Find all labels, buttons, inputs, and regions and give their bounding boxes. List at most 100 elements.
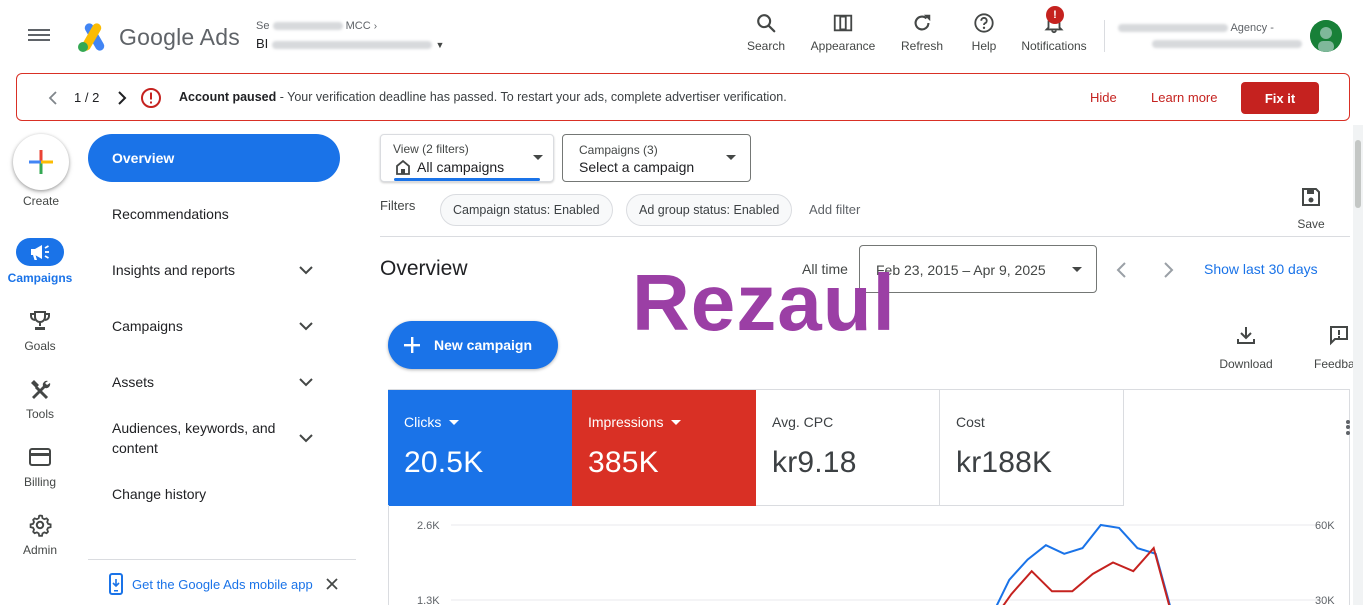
- rail-goals-button[interactable]: [0, 309, 80, 333]
- alert-pagination: 1 / 2: [74, 90, 100, 105]
- rail-tools-button[interactable]: [0, 377, 80, 401]
- download-icon: [1237, 327, 1255, 344]
- rail-billing-button[interactable]: [0, 446, 80, 468]
- performance-chart: 2.6K 1.3K 60K 30K: [388, 505, 1350, 605]
- rail-campaigns-label: Campaigns: [7, 271, 73, 285]
- home-icon: [396, 159, 410, 175]
- rail-admin-button[interactable]: [0, 513, 80, 537]
- header-divider: [1104, 20, 1105, 52]
- megaphone-icon: [31, 245, 49, 260]
- caret-down-icon: [726, 155, 736, 160]
- filter-chip-ad-group-status[interactable]: Ad group status: Enabled: [626, 194, 793, 226]
- mobile-phone-icon: [109, 573, 123, 595]
- close-icon[interactable]: [326, 578, 338, 590]
- chevron-left-icon[interactable]: [47, 91, 59, 105]
- chevron-down-icon[interactable]: [298, 374, 314, 390]
- trophy-icon: [30, 311, 50, 330]
- learn-more-link[interactable]: Learn more: [1151, 90, 1217, 105]
- appearance-icon: [806, 10, 880, 36]
- metric-clicks[interactable]: Clicks 20.5K: [388, 390, 572, 506]
- google-ads-logo: [78, 23, 105, 52]
- tools-icon: [31, 380, 51, 400]
- metric-cost[interactable]: Cost kr188K: [940, 390, 1124, 506]
- caret-down-icon: [533, 155, 543, 160]
- feedback-button[interactable]: Feedba: [1314, 324, 1354, 371]
- create-label: Create: [22, 194, 60, 208]
- error-icon: [141, 88, 161, 108]
- chevron-down-icon[interactable]: [298, 430, 314, 446]
- download-button[interactable]: Download: [1216, 324, 1276, 371]
- create-button[interactable]: [13, 134, 69, 190]
- mobile-app-link[interactable]: Get the Google Ads mobile app: [132, 577, 313, 592]
- user-agency: Agency -: [1118, 22, 1274, 34]
- performance-chart-svg: 2.6K 1.3K 60K 30K: [417, 520, 1335, 605]
- help-button[interactable]: Help: [964, 10, 1004, 58]
- dropdown-arrow-icon: [449, 419, 460, 425]
- filter-divider: [380, 236, 1350, 237]
- fix-it-button[interactable]: Fix it: [1241, 82, 1319, 114]
- y-right-tick: 30K: [1315, 595, 1335, 605]
- refresh-button[interactable]: Refresh: [896, 10, 948, 58]
- brand-name: Google Ads: [119, 24, 240, 50]
- metric-avg-cpc[interactable]: Avg. CPC kr9.18: [756, 390, 940, 506]
- nav-assets[interactable]: Assets: [112, 372, 154, 392]
- more-options-icon[interactable]: [1344, 418, 1352, 436]
- rail-tools-label: Tools: [25, 407, 54, 421]
- metric-scorecards: Clicks 20.5K Impressions 385K Avg. CPC k…: [388, 389, 1350, 506]
- gear-icon: [29, 514, 52, 537]
- page-scrollbar-thumb[interactable]: [1355, 140, 1361, 208]
- account-id[interactable]: BI ▼: [256, 36, 444, 51]
- main-menu-button[interactable]: [28, 26, 50, 48]
- rail-admin-label: Admin: [22, 543, 57, 557]
- nav-recommendations[interactable]: Recommendations: [112, 204, 229, 224]
- add-filter-button[interactable]: Add filter: [809, 202, 860, 217]
- avatar[interactable]: [1310, 20, 1342, 52]
- save-icon: [1302, 188, 1320, 206]
- metric-impressions[interactable]: Impressions 385K: [572, 390, 756, 506]
- caret-down-icon: [1072, 267, 1082, 272]
- chevron-down-icon[interactable]: [298, 262, 314, 278]
- search-button[interactable]: Search: [742, 10, 790, 58]
- new-campaign-button[interactable]: New campaign: [388, 321, 558, 369]
- chevron-right-icon[interactable]: [116, 91, 128, 105]
- nav-change-history[interactable]: Change history: [112, 484, 206, 504]
- save-button[interactable]: Save: [1294, 186, 1328, 231]
- nav-insights-and-reports[interactable]: Insights and reports: [112, 260, 235, 280]
- credit-card-icon: [29, 448, 51, 466]
- y-left-tick: 2.6K: [417, 520, 440, 532]
- feedback-icon: [1330, 326, 1348, 346]
- plus-icon: [29, 150, 53, 174]
- show-last-30-days-link[interactable]: Show last 30 days: [1204, 261, 1318, 277]
- filter-chip-campaign-status[interactable]: Campaign status: Enabled: [440, 194, 613, 226]
- view-active-underline: [394, 178, 540, 181]
- notification-badge: !: [1046, 6, 1064, 24]
- y-left-tick: 1.3K: [417, 595, 440, 605]
- chart-series-line-0: [995, 523, 1171, 605]
- alert-message: Account paused - Your verification deadl…: [179, 90, 787, 104]
- nav-audiences-keywords-content[interactable]: Audiences, keywords, and content: [112, 418, 275, 458]
- chevron-right-icon[interactable]: [1158, 260, 1178, 280]
- dropdown-arrow-icon: [671, 419, 682, 425]
- bell-icon: !: [1016, 6, 1092, 36]
- nav-overview[interactable]: Overview: [88, 134, 340, 182]
- page-title: Overview: [380, 257, 468, 280]
- view-dropdown[interactable]: View (2 filters) All campaigns: [380, 134, 554, 182]
- y-right-tick: 60K: [1315, 520, 1335, 532]
- rail-goals-label: Goals: [24, 339, 56, 353]
- filters-label: Filters: [380, 198, 416, 213]
- campaign-selector[interactable]: Campaigns (3) Select a campaign: [562, 134, 751, 182]
- account-name[interactable]: Se MCC ›: [256, 20, 377, 32]
- account-paused-alert: 1 / 2 Account paused - Your verification…: [16, 73, 1350, 121]
- rail-campaigns-button[interactable]: [16, 238, 64, 266]
- account-dropdown-icon: ▼: [435, 40, 445, 50]
- nav-campaigns[interactable]: Campaigns: [112, 316, 183, 336]
- notifications-button[interactable]: ! Notifications: [1016, 6, 1092, 58]
- appearance-button[interactable]: Appearance: [806, 10, 880, 58]
- refresh-icon: [896, 10, 948, 36]
- chevron-left-icon[interactable]: [1112, 260, 1132, 280]
- hide-alert-link[interactable]: Hide: [1090, 90, 1117, 105]
- chevron-down-icon[interactable]: [298, 318, 314, 334]
- search-icon: [742, 10, 790, 36]
- plus-icon: [402, 335, 422, 355]
- rail-billing-label: Billing: [23, 475, 56, 489]
